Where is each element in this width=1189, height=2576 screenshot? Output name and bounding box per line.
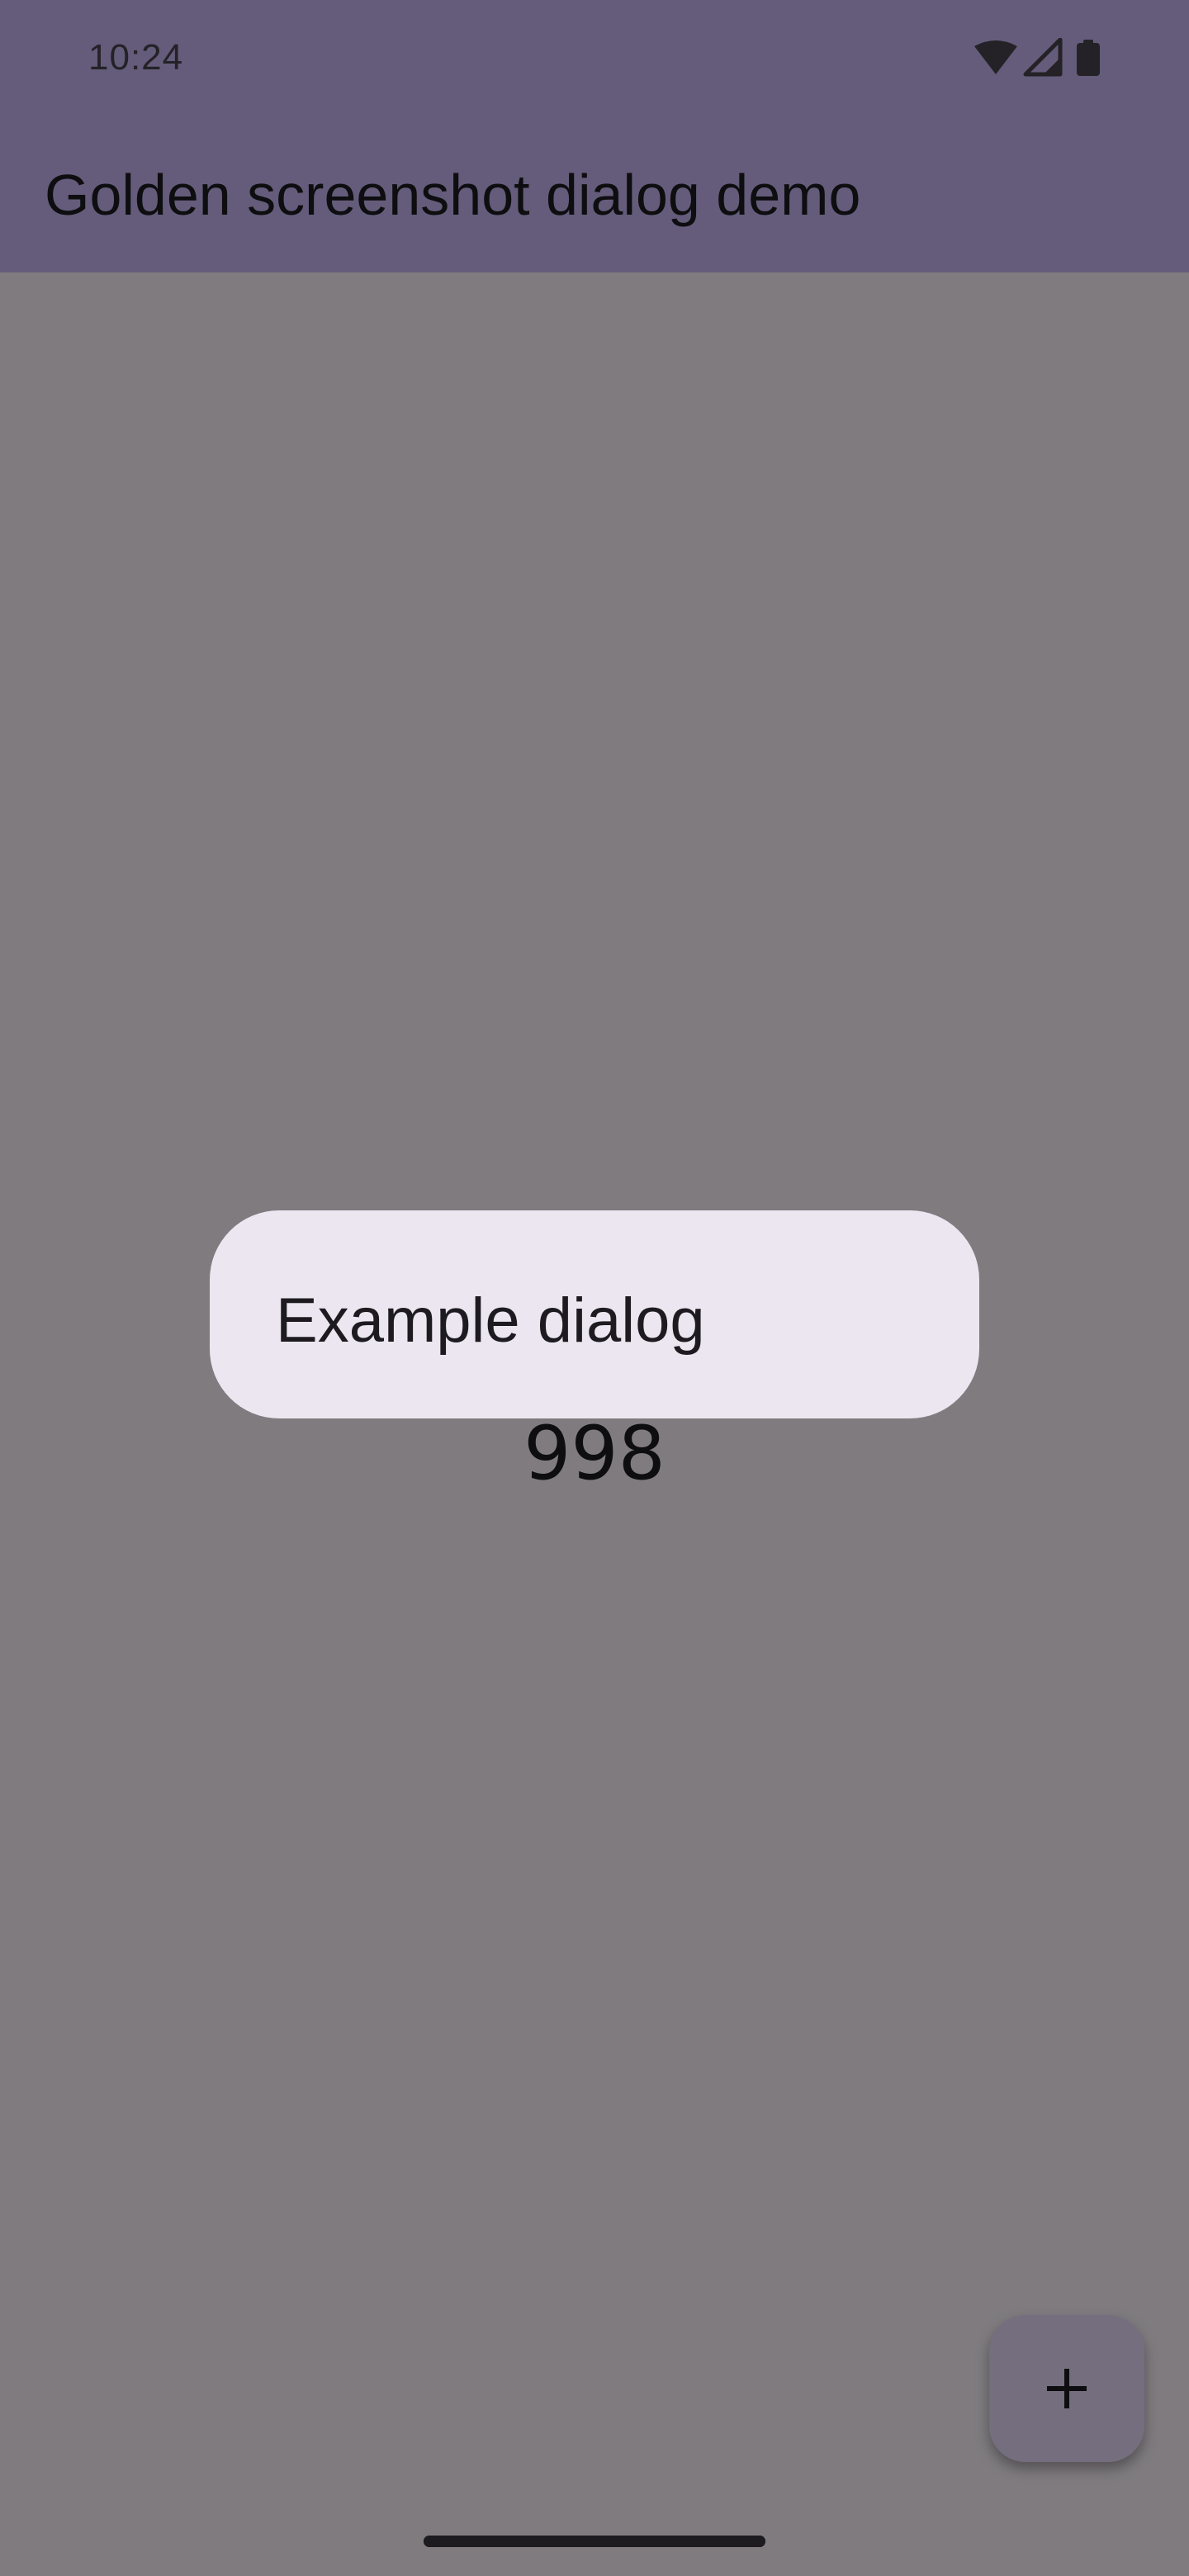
gesture-navigation-bar[interactable] <box>424 2536 765 2547</box>
example-dialog: Example dialog <box>210 1210 979 1418</box>
dialog-text: Example dialog <box>276 1286 705 1356</box>
